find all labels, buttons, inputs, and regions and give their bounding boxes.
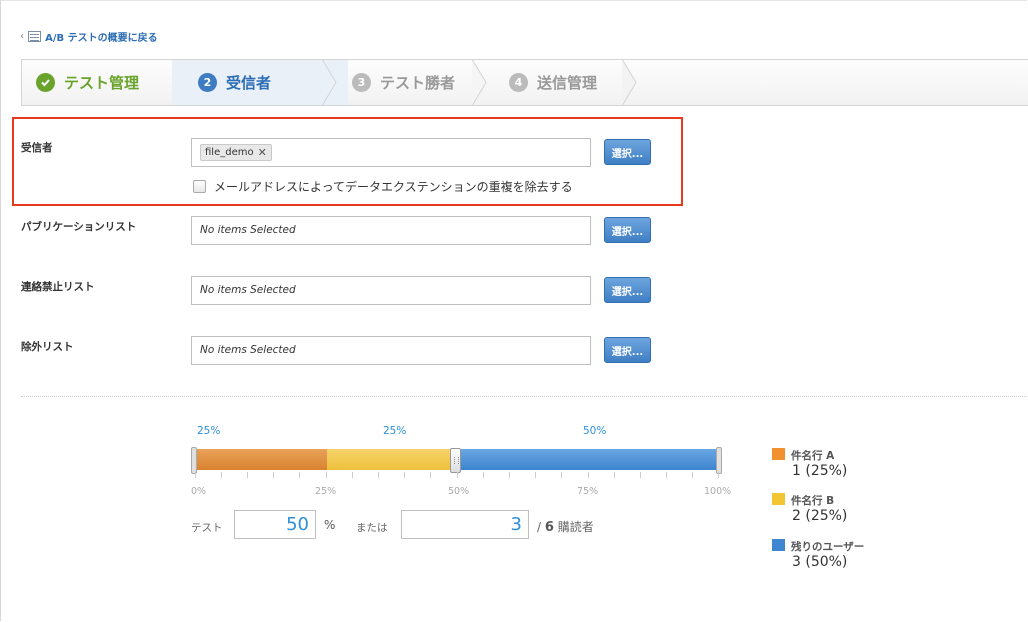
legend-name: 残りのユーザー [791, 541, 865, 553]
legend-swatch [772, 539, 785, 551]
select-suppression-list-button[interactable]: 選択... [604, 277, 651, 303]
segment-a-bar [195, 449, 327, 470]
total-count: 6 [544, 520, 554, 535]
select-exclusion-list-button[interactable]: 選択... [604, 337, 651, 363]
segment-rest-bar [456, 449, 719, 470]
legend-swatch [772, 493, 785, 505]
back-link-label[interactable]: A/B テストの概要に戻る [45, 29, 158, 44]
publication-list-label: パブリケーションリスト [21, 221, 137, 233]
exclusion-list-field[interactable]: No items Selected [191, 336, 591, 365]
segment-a-percent: 25% [197, 425, 221, 437]
test-percent-input[interactable]: 50 [234, 510, 316, 539]
highlight-box [12, 117, 683, 206]
legend-swatch [772, 448, 785, 460]
slider-start-cap [191, 447, 197, 474]
slider-end-cap [716, 447, 722, 474]
step-label: 送信管理 [537, 74, 598, 92]
test-count-input[interactable]: 3 [401, 510, 529, 539]
scale-label: 0% [191, 486, 207, 497]
step-number: 4 [509, 73, 528, 92]
step-label: テスト管理 [64, 74, 140, 92]
select-publication-list-button[interactable]: 選択... [604, 217, 651, 243]
exclusion-list-label: 除外リスト [21, 341, 74, 353]
suppression-list-label: 連絡禁止リスト [21, 281, 95, 293]
step-test-winner[interactable]: 3 テスト勝者 [322, 60, 476, 105]
step-label: 受信者 [226, 74, 272, 92]
step-number: 2 [198, 73, 217, 92]
legend-value: 3 (50%) [792, 554, 848, 570]
back-to-overview-link[interactable]: ‹ A/B テストの概要に戻る [20, 29, 158, 44]
step-send-management[interactable]: 4 送信管理 [472, 60, 635, 105]
segment-b-bar [327, 449, 456, 470]
total-suffix: 購読者 [557, 520, 594, 534]
step-label: テスト勝者 [380, 74, 456, 92]
publication-list-field[interactable]: No items Selected [191, 216, 591, 245]
step-number: 3 [352, 73, 371, 92]
or-label: または [356, 522, 388, 534]
step-test-management[interactable]: テスト管理 [22, 60, 186, 105]
check-icon [36, 73, 55, 92]
test-label: テスト [191, 522, 223, 534]
scale-label: 50% [448, 486, 470, 497]
total-prefix: / [537, 520, 542, 534]
list-icon [28, 31, 42, 42]
section-divider [21, 396, 1027, 397]
step-separator [622, 60, 637, 105]
percent-sign: % [324, 518, 336, 532]
legend-name: 件名行 A [791, 450, 835, 462]
segment-rest-percent: 50% [583, 425, 607, 437]
segment-b-percent: 25% [383, 425, 407, 437]
split-slider-handle[interactable] [450, 448, 461, 473]
scale-label: 75% [577, 486, 599, 497]
legend-name: 件名行 B [791, 495, 835, 507]
suppression-list-field[interactable]: No items Selected [191, 276, 591, 305]
chevron-left-icon: ‹ [20, 31, 25, 42]
legend-value: 2 (25%) [792, 508, 848, 524]
wizard-steps: テスト管理 2 受信者 3 テスト勝者 4 送信管理 [21, 59, 1028, 106]
scale-label: 25% [315, 486, 337, 497]
legend-value: 1 (25%) [792, 463, 848, 479]
total-subscribers: / 6 購読者 [537, 518, 594, 535]
slider-ticks [195, 472, 719, 480]
scale-label: 100% [704, 486, 732, 497]
